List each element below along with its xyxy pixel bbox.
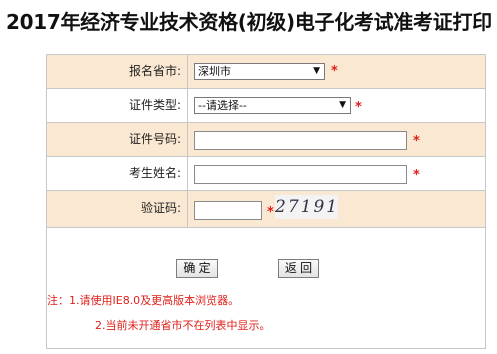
id-number-row: 证件号码: * — [47, 123, 485, 157]
captcha-input[interactable] — [194, 201, 262, 220]
chevron-down-icon: ▼ — [313, 66, 320, 76]
note-line-1: 注：1.请使用IE8.0及更高版本浏览器。 — [47, 294, 240, 307]
captcha-label: 验证码: — [47, 191, 188, 227]
province-select[interactable]: 深圳市 ▼ — [194, 63, 325, 80]
name-label: 考生姓名: — [47, 157, 188, 190]
province-select-value: 深圳市 — [198, 65, 231, 78]
required-mark: * — [413, 168, 420, 183]
back-button[interactable]: 返 回 — [278, 259, 319, 278]
id-type-row: 证件类型: --请选择-- ▼ * — [47, 89, 485, 123]
name-input[interactable] — [194, 165, 407, 184]
chevron-down-icon: ▼ — [339, 100, 346, 110]
print-form: 报名省市: 深圳市 ▼ * 证件类型: --请选择-- ▼ * 证件号码: * … — [46, 54, 486, 349]
required-mark: * — [331, 64, 338, 79]
captcha-row: 验证码: * 27191 — [47, 191, 485, 228]
required-mark: * — [267, 205, 274, 220]
page-title: 2017年经济专业技术资格(初级)电子化考试准考证打印 — [6, 10, 492, 34]
id-type-select-value: --请选择-- — [198, 99, 247, 112]
captcha-image[interactable]: 27191 — [275, 195, 338, 219]
name-row: 考生姓名: * — [47, 157, 485, 191]
id-type-label: 证件类型: — [47, 89, 188, 122]
confirm-button[interactable]: 确 定 — [176, 259, 218, 278]
id-number-input[interactable] — [194, 131, 407, 150]
note-line-2: 2.当前未开通省市不在列表中显示。 — [95, 319, 271, 332]
province-label: 报名省市: — [47, 55, 188, 88]
required-mark: * — [355, 100, 362, 115]
id-number-label: 证件号码: — [47, 123, 188, 156]
required-mark: * — [413, 134, 420, 149]
province-row: 报名省市: 深圳市 ▼ * — [47, 55, 485, 89]
id-type-select[interactable]: --请选择-- ▼ — [194, 97, 351, 114]
